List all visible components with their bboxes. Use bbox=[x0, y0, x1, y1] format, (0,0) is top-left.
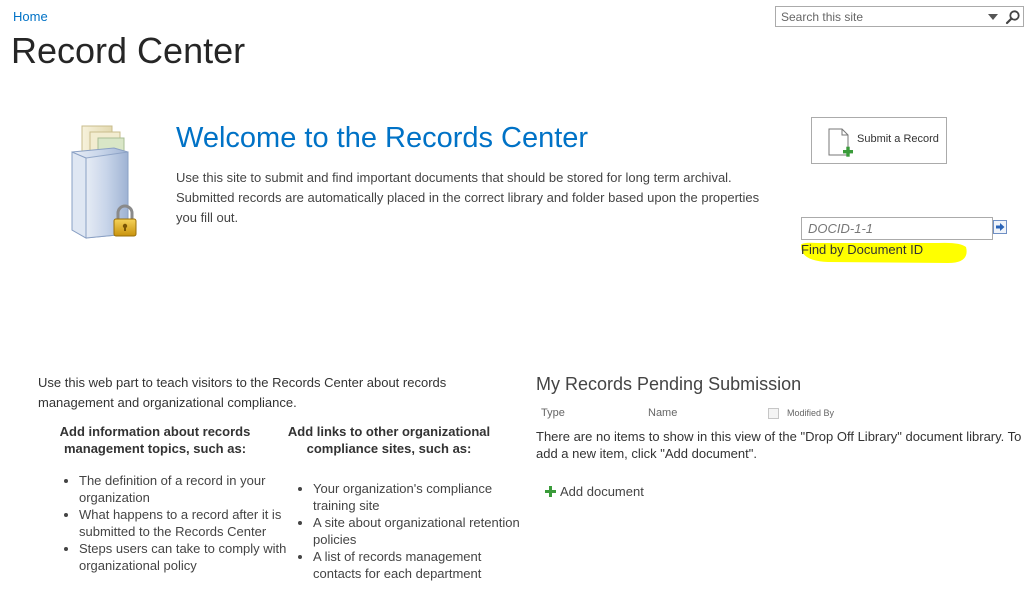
compliance-links-list: Your organization's compliance training … bbox=[293, 480, 531, 582]
pending-submission-title: My Records Pending Submission bbox=[536, 374, 802, 394]
plus-icon bbox=[545, 486, 556, 497]
welcome-description: Use this site to submit and find importa… bbox=[176, 170, 760, 225]
records-archive-icon bbox=[71, 125, 137, 239]
records-topics-heading: Add information about records management… bbox=[59, 424, 251, 456]
add-document-label: Add document bbox=[560, 484, 644, 499]
list-item: Steps users can take to comply with orga… bbox=[79, 540, 299, 574]
breadcrumb-home-link[interactable]: Home bbox=[13, 9, 48, 24]
site-title: Record Center bbox=[11, 30, 246, 71]
submit-record-button[interactable]: Submit a Record bbox=[811, 117, 947, 164]
column-header-modified-by[interactable]: Modified By bbox=[787, 408, 834, 418]
add-document-icon bbox=[828, 128, 853, 157]
list-item: A list of records management contacts fo… bbox=[313, 548, 531, 582]
go-arrow-icon[interactable] bbox=[993, 220, 1007, 234]
add-document-link[interactable]: Add document bbox=[545, 483, 644, 501]
document-id-input[interactable] bbox=[801, 217, 993, 240]
submit-record-label: Submit a Record bbox=[857, 133, 939, 145]
compliance-links-heading: Add links to other organizational compli… bbox=[287, 424, 491, 456]
list-item: Your organization's compliance training … bbox=[313, 480, 531, 514]
find-by-document-id-label: Find by Document ID bbox=[801, 242, 924, 257]
welcome-title: Welcome to the Records Center bbox=[176, 122, 589, 154]
column-header-name[interactable]: Name bbox=[648, 407, 677, 419]
records-topics-list: The definition of a record in your organ… bbox=[59, 472, 299, 574]
teach-intro-text: Use this web part to teach visitors to t… bbox=[38, 375, 447, 410]
chevron-down-icon[interactable] bbox=[986, 12, 1000, 22]
list-item: What happens to a record after it is sub… bbox=[79, 506, 299, 540]
list-item: The definition of a record in your organ… bbox=[79, 472, 299, 506]
empty-view-message: There are no items to show in this view … bbox=[536, 429, 1022, 461]
search-box bbox=[775, 6, 1024, 27]
column-header-type[interactable]: Type bbox=[541, 407, 565, 419]
search-input[interactable] bbox=[776, 7, 981, 26]
search-icon[interactable] bbox=[1005, 9, 1021, 25]
list-item: A site about organizational retention po… bbox=[313, 514, 531, 548]
select-all-checkbox[interactable] bbox=[768, 408, 779, 419]
